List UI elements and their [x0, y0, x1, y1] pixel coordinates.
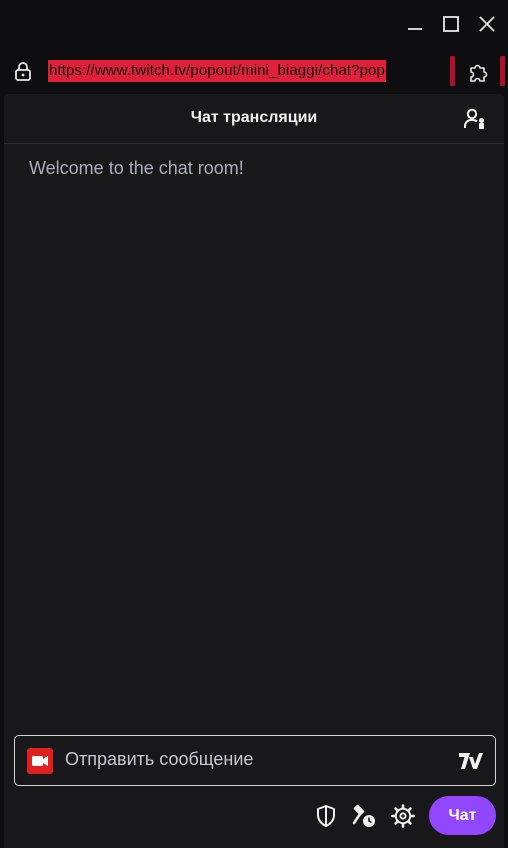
- lock-icon[interactable]: [12, 60, 34, 82]
- url-text: https://www.twitch.tv/popout/mini_biaggi…: [48, 60, 386, 82]
- window-titlebar: [0, 0, 508, 48]
- community-icon[interactable]: [460, 104, 490, 134]
- maximize-icon[interactable]: [436, 10, 466, 38]
- url-field[interactable]: https://www.twitch.tv/popout/mini_biaggi…: [48, 60, 442, 82]
- send-chat-button[interactable]: Чат: [429, 796, 496, 835]
- mod-tools-icon[interactable]: [350, 802, 378, 830]
- chat-title: Чат трансляции: [190, 109, 318, 126]
- video-camera-icon[interactable]: [27, 748, 53, 774]
- chat-panel: Чат трансляции Welcome to the chat room!…: [4, 94, 504, 848]
- chat-header: Чат трансляции: [4, 94, 504, 144]
- close-icon[interactable]: [472, 10, 502, 38]
- minimize-icon[interactable]: [400, 10, 430, 38]
- tab-accent: [450, 56, 455, 86]
- message-placeholder: Отправить сообщение: [65, 749, 254, 769]
- 7tv-emote-icon[interactable]: [457, 749, 485, 773]
- address-bar: https://www.twitch.tv/popout/mini_biaggi…: [0, 52, 508, 90]
- tab-accent: [500, 56, 505, 86]
- puzzle-icon[interactable]: [466, 59, 492, 85]
- message-input[interactable]: Отправить сообщение: [14, 735, 496, 786]
- welcome-message: Welcome to the chat room!: [29, 158, 244, 178]
- gear-icon[interactable]: [389, 802, 417, 830]
- shield-icon[interactable]: [312, 802, 340, 830]
